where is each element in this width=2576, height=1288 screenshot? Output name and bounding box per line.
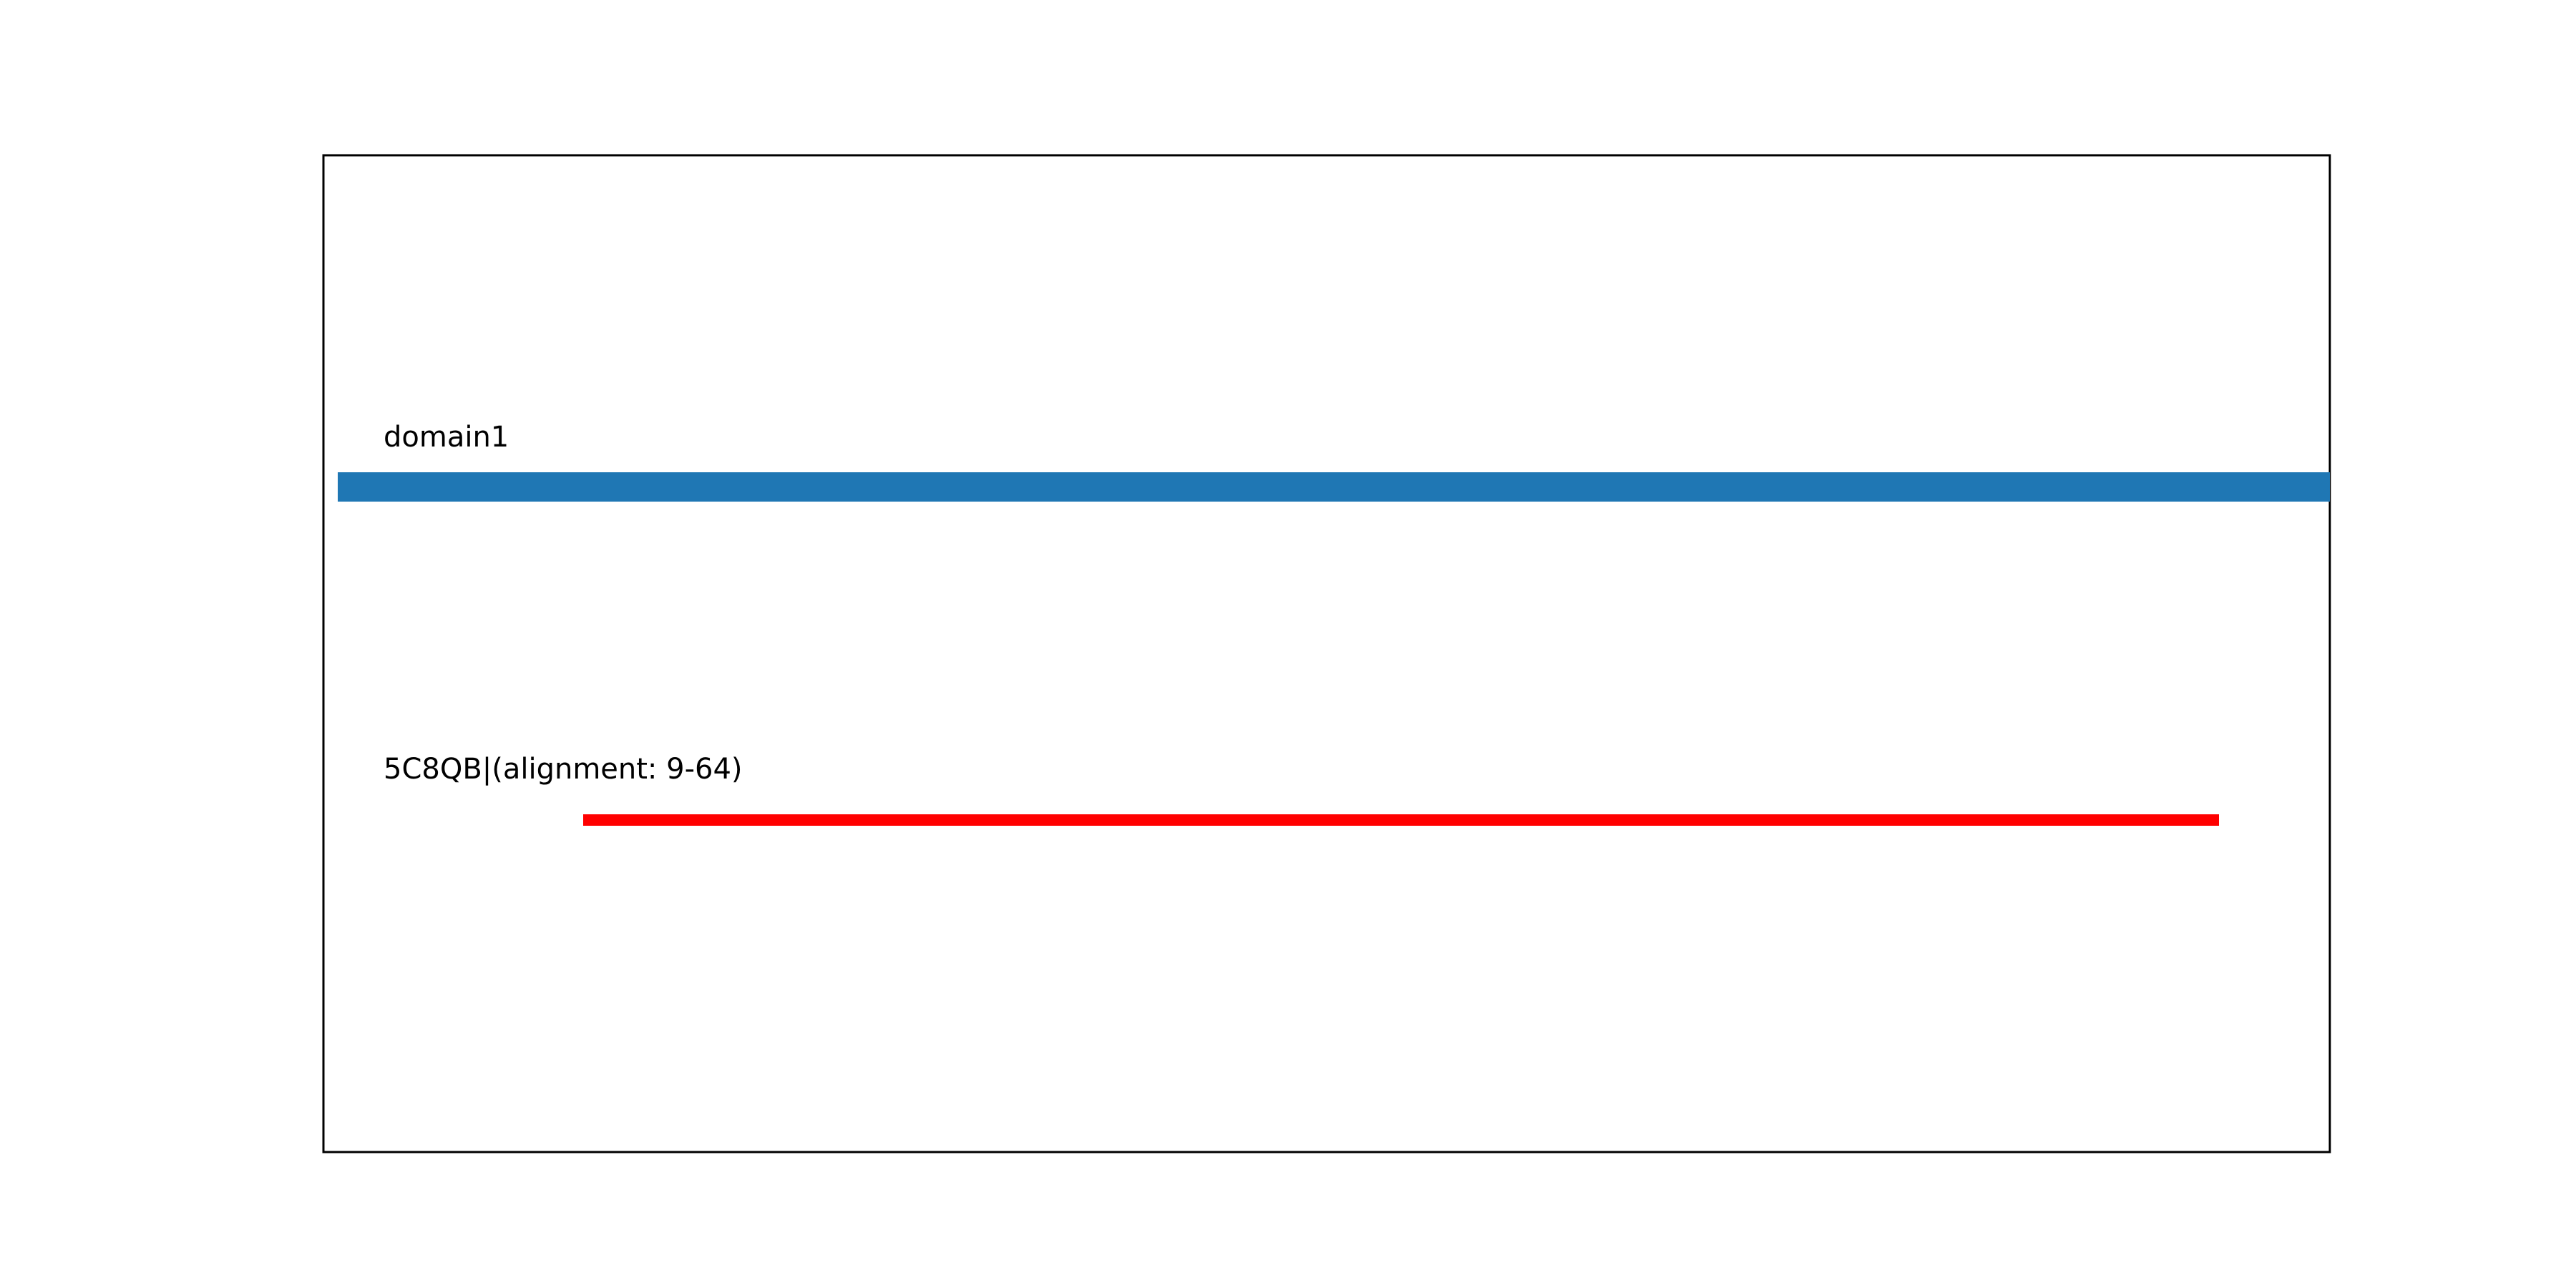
alignment-diagram: domain1 5C8QB|(alignment: 9-64) [322, 154, 2331, 1153]
alignment-track: 5C8QB|(alignment: 9-64) [384, 753, 2219, 826]
domain-bar [338, 472, 2330, 502]
domain-label: domain1 [384, 421, 509, 454]
domain-track: domain1 [338, 421, 2330, 502]
alignment-bar [583, 814, 2219, 826]
plot-frame [322, 154, 2331, 1153]
alignment-label: 5C8QB|(alignment: 9-64) [384, 753, 743, 786]
